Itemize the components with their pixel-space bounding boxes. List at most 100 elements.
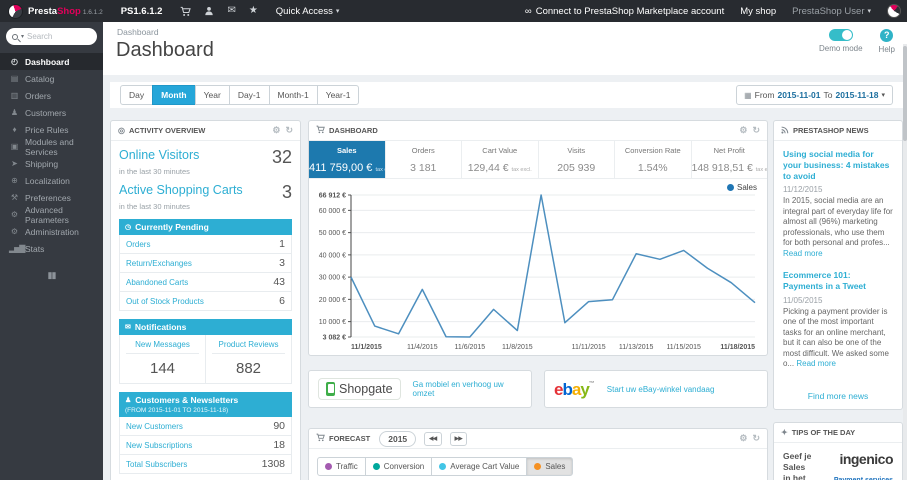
kpi-visits[interactable]: Visits 205 939 xyxy=(537,141,615,178)
forecast-prev-button[interactable]: ◀◀ xyxy=(424,431,442,446)
kpi-net-profit[interactable]: Net Profit 148 918,51 € tax excl. xyxy=(690,141,767,178)
svg-text:11/13/2015: 11/13/2015 xyxy=(619,344,654,351)
quick-access-menu[interactable]: Quick Access ▾ xyxy=(276,6,340,17)
date-range-picker[interactable]: ▦ From 2015-11-01 To 2015-11-18 ▾ xyxy=(736,85,893,105)
orders-link[interactable]: Orders xyxy=(126,240,150,249)
sidebar-item-customers[interactable]: ♟ Customers xyxy=(0,104,103,121)
settings-icon[interactable]: ⚙ xyxy=(739,433,747,444)
refresh-icon[interactable]: ↻ xyxy=(752,125,760,136)
article-title-link[interactable]: Ecommerce 101: Payments in a Tweet xyxy=(783,270,893,292)
rss-icon xyxy=(781,126,789,136)
sales-dot xyxy=(534,463,542,470)
sidebar-item-modules[interactable]: ▣ Modules and Services xyxy=(0,137,103,157)
svg-text:50 000 €: 50 000 € xyxy=(319,230,346,237)
range-day-button[interactable]: Day xyxy=(120,85,154,105)
kpi-conversion-rate[interactable]: Conversion Rate 1.54% xyxy=(614,141,691,178)
returns-link[interactable]: Return/Exchanges xyxy=(126,259,192,268)
truck-icon: ➤ xyxy=(11,159,18,168)
sidebar-item-stats[interactable]: ▂▅▇ Stats xyxy=(0,240,103,257)
new-messages-cell[interactable]: New Messages 144 xyxy=(120,335,205,383)
article-excerpt: Picking a payment provider is one of the… xyxy=(783,306,889,369)
shopgate-link[interactable]: Ga mobiel en verhoog uw omzet xyxy=(413,380,522,398)
read-more-link[interactable]: Read more xyxy=(796,359,836,368)
sidebar-item-preferences[interactable]: ⚒ Preferences xyxy=(0,189,103,206)
range-month-button[interactable]: Month xyxy=(152,85,196,105)
online-visitors-metric: Online Visitors 32 xyxy=(119,148,292,166)
range-month-1-button[interactable]: Month-1 xyxy=(268,85,318,105)
sidebar-item-dashboard[interactable]: ◴ Dashboard xyxy=(0,53,103,70)
product-reviews-cell[interactable]: Product Reviews 882 xyxy=(205,335,291,383)
customer-icon[interactable] xyxy=(204,6,214,16)
settings-icon[interactable]: ⚙ xyxy=(739,125,747,136)
range-year-button[interactable]: Year xyxy=(194,85,230,105)
cart-icon[interactable] xyxy=(180,6,192,17)
new-subscriptions-link[interactable]: New Subscriptions xyxy=(126,441,192,450)
total-subscribers-link[interactable]: Total Subscribers xyxy=(126,460,187,469)
messages-icon[interactable]: ✉ xyxy=(227,6,235,16)
shop-name-link[interactable]: PS1.6.1.2 xyxy=(121,6,163,17)
trophy-icon[interactable]: ★ xyxy=(249,6,258,16)
sidebar-item-catalog[interactable]: ▤ Catalog xyxy=(0,70,103,87)
sidebar-item-orders[interactable]: ▥ Orders xyxy=(0,87,103,104)
sidebar-item-price-rules[interactable]: ♦ Price Rules xyxy=(0,121,103,138)
find-more-news-link[interactable]: Find more news xyxy=(774,385,902,409)
marketplace-link[interactable]: ∞ Connect to PrestaShop Marketplace acco… xyxy=(525,6,724,17)
shopgate-ad[interactable]: Shopgate Ga mobiel en verhoog uw omzet xyxy=(308,370,532,408)
demo-mode-label: Demo mode xyxy=(818,44,863,53)
sidebar-item-administration[interactable]: ⚙ Administration xyxy=(0,223,103,240)
sidebar-search[interactable]: ▾ xyxy=(6,28,97,45)
sidebar-collapse-button[interactable]: ▮▮ xyxy=(0,270,103,281)
my-shop-link[interactable]: My shop xyxy=(740,6,776,17)
demo-mode-toggle[interactable] xyxy=(828,29,853,41)
page-title: Dashboard xyxy=(116,39,214,61)
sidebar-item-shipping[interactable]: ➤ Shipping xyxy=(0,155,103,172)
sidebar: ▾ ◴Dashboard ▤Catalog ▥Orders ♟Customers… xyxy=(0,22,103,480)
top-bar: PrestaShop 1.6.1.2 PS1.6.1.2 ✉ ★ Quick Ac… xyxy=(0,0,907,22)
prestashop-brand[interactable]: PrestaShop 1.6.1.2 xyxy=(0,3,111,19)
refresh-icon[interactable]: ↻ xyxy=(752,433,760,444)
read-more-link[interactable]: Read more xyxy=(783,249,823,258)
toggle-traffic[interactable]: Traffic xyxy=(317,457,366,476)
ebay-link[interactable]: Start uw eBay-winkel vandaag xyxy=(607,385,715,394)
pending-row-orders: Orders 1 xyxy=(119,235,292,254)
scrollbar-thumb[interactable] xyxy=(903,46,907,141)
sidebar-item-localization[interactable]: ⊕ Localization xyxy=(0,172,103,189)
search-scope-caret-icon[interactable]: ▾ xyxy=(21,33,24,40)
ebay-logo: ebay™ xyxy=(554,379,595,399)
active-carts-link[interactable]: Active Shopping Carts xyxy=(119,183,243,197)
active-carts-metric: Active Shopping Carts 3 xyxy=(119,183,292,201)
help-control: ? Help xyxy=(879,29,895,54)
help-icon[interactable]: ? xyxy=(880,29,894,42)
partner-ads-row: Shopgate Ga mobiel en verhoog uw omzet e… xyxy=(308,370,768,408)
kpi-cart-value[interactable]: Cart Value 129,44 € tax excl. xyxy=(461,141,538,178)
range-day-1-button[interactable]: Day-1 xyxy=(228,85,270,105)
kpi-orders[interactable]: Orders 3 181 xyxy=(384,141,462,178)
user-avatar[interactable] xyxy=(887,4,901,18)
forecast-year[interactable]: 2015 xyxy=(379,430,417,447)
kpi-sales[interactable]: Sales 411 759,00 € tax excl. xyxy=(309,141,385,178)
calendar-icon: ▦ xyxy=(744,90,752,100)
user-menu[interactable]: PrestaShop User ▾ xyxy=(792,6,871,17)
online-visitors-link[interactable]: Online Visitors xyxy=(119,148,199,162)
new-customers-link[interactable]: New Customers xyxy=(126,422,183,431)
abandoned-carts-link[interactable]: Abandoned Carts xyxy=(126,278,188,287)
vertical-scrollbar[interactable] xyxy=(903,44,907,480)
breadcrumb[interactable]: Dashboard xyxy=(117,27,159,37)
range-year-1-button[interactable]: Year-1 xyxy=(316,85,360,105)
settings-icon[interactable]: ⚙ xyxy=(272,125,280,136)
article-title-link[interactable]: Using social media for your business: 4 … xyxy=(783,149,893,182)
main-content: Dashboard Dashboard Demo mode ? Help Day… xyxy=(103,22,907,480)
user-icon: ♟ xyxy=(125,397,132,404)
chart-legend[interactable]: Sales xyxy=(726,183,757,192)
out-of-stock-link[interactable]: Out of Stock Products xyxy=(126,297,204,306)
toggle-average-cart-value[interactable]: Average Cart Value xyxy=(431,457,528,476)
toggle-sales[interactable]: Sales xyxy=(526,457,574,476)
ebay-ad[interactable]: ebay™ Start uw eBay-winkel vandaag xyxy=(544,370,768,408)
forecast-next-button[interactable]: ▶▶ xyxy=(449,431,468,446)
news-body: Using social media for your business: 4 … xyxy=(774,141,902,385)
help-label: Help xyxy=(878,45,895,54)
refresh-icon[interactable]: ↻ xyxy=(285,125,293,136)
toggle-conversion[interactable]: Conversion xyxy=(364,457,433,476)
sidebar-item-advanced-parameters[interactable]: ⚙ Advanced Parameters xyxy=(0,205,103,225)
search-input[interactable] xyxy=(27,32,83,41)
